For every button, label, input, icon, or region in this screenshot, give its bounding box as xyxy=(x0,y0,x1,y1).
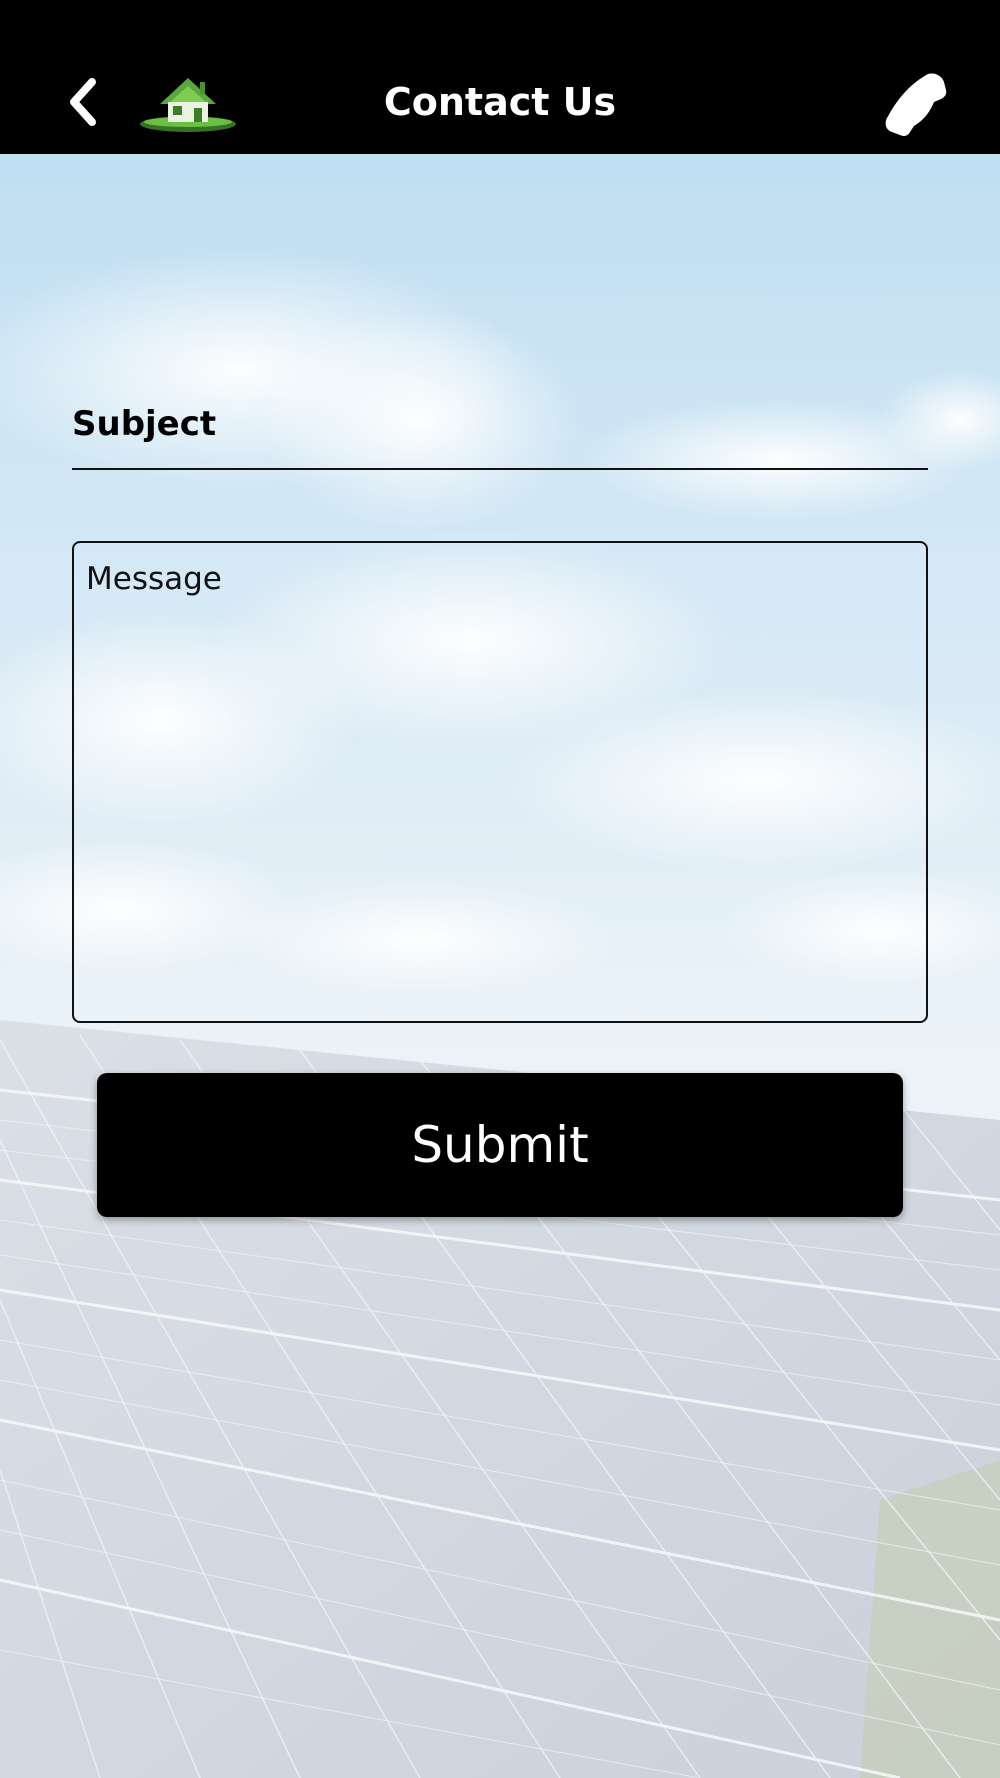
message-placeholder: Message xyxy=(86,561,222,597)
phone-icon xyxy=(885,73,947,136)
page-title: Contact Us xyxy=(383,80,617,124)
subject-label: Subject xyxy=(72,404,217,444)
message-field[interactable]: Message xyxy=(72,541,928,1023)
submit-button[interactable]: Submit xyxy=(97,1073,903,1217)
subject-field[interactable]: Subject xyxy=(72,396,928,470)
submit-button-label: Submit xyxy=(411,1116,589,1174)
chevron-left-icon xyxy=(70,78,96,126)
house-logo-icon xyxy=(138,70,238,136)
call-button[interactable] xyxy=(880,70,952,138)
back-button[interactable] xyxy=(58,68,110,132)
top-bar: Contact Us xyxy=(0,0,1000,154)
